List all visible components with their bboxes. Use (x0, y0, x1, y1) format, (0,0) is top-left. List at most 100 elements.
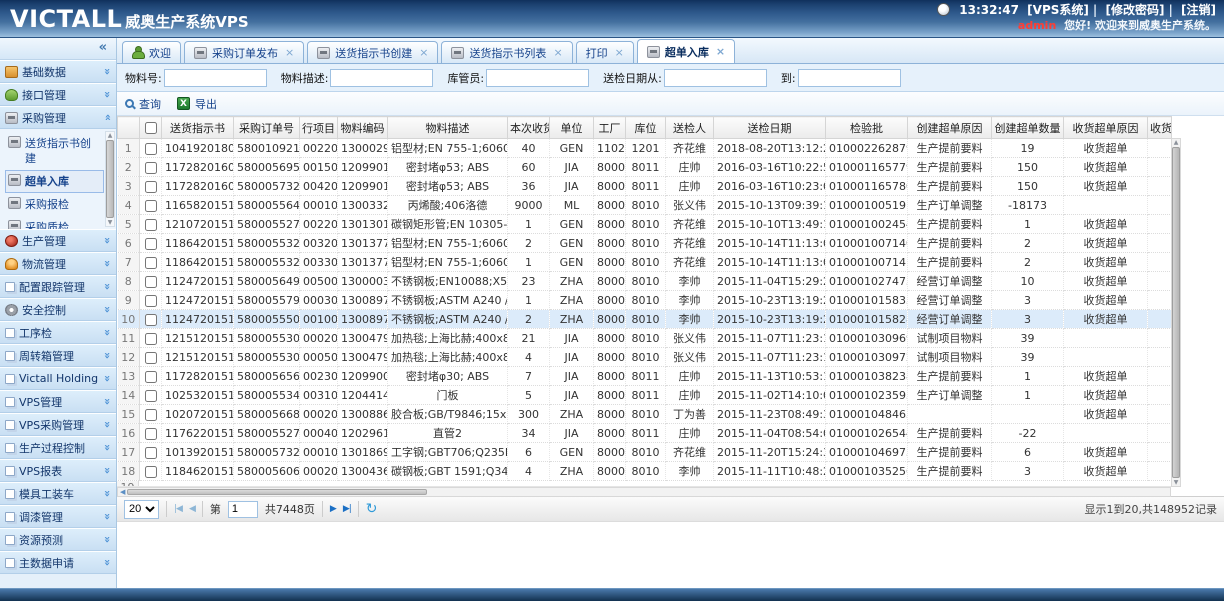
table-row[interactable]: 81124720151104058000564910050013000038不锈… (118, 272, 1172, 291)
filter-input-到[interactable] (798, 69, 901, 87)
vertical-scrollbar[interactable]: ▲ ▼ (1171, 138, 1181, 487)
filter-input-送检日期从[interactable] (664, 69, 767, 87)
column-header-物料描述[interactable]: 物料描述 (388, 117, 508, 139)
table-row[interactable]: 41165820151012058000556410001013003324丙烯… (118, 196, 1172, 215)
table-row[interactable]: 11041920180820058001092190022013000294铝型… (118, 139, 1172, 158)
row-checkbox-cell[interactable] (140, 405, 162, 424)
row-checkbox-cell[interactable] (140, 215, 162, 234)
close-icon[interactable]: × (615, 46, 624, 59)
column-header-创建超单原因[interactable]: 创建超单原因 (908, 117, 992, 139)
tab-超单入库[interactable]: 超单入库× (637, 39, 735, 63)
scroll-down-icon[interactable]: ▼ (108, 219, 113, 226)
table-row[interactable]: 91124720151022058000557930003013008973不锈… (118, 291, 1172, 310)
sidebar-group-Victall Holding[interactable]: Victall Holding» (0, 367, 116, 390)
table-row[interactable]: 151020720151110058000566820002013008869胶… (118, 405, 1172, 424)
sidebar-item-采购报检[interactable]: 采购报检 (5, 193, 104, 216)
row-checkbox[interactable] (145, 352, 157, 364)
table-row[interactable]: 181184620151111058000560670002013004367碳… (118, 462, 1172, 481)
table-row[interactable]: 131172820151113058000565610023012099007密… (118, 367, 1172, 386)
submenu-scrollbar[interactable]: ▲▼ (105, 131, 115, 227)
scroll-left-icon[interactable]: ◀ (118, 488, 127, 496)
link-vps-system[interactable]: [VPS系统] (1027, 3, 1089, 17)
row-checkbox[interactable] (145, 257, 157, 269)
sidebar-group-VPS报表[interactable]: VPS报表» (0, 459, 116, 482)
row-checkbox[interactable] (145, 314, 157, 326)
first-page-button[interactable]: |◀ (174, 504, 182, 514)
scroll-down-icon[interactable]: ▼ (1174, 479, 1179, 486)
table-row[interactable]: 71186420151014058000553270033013013774铝型… (118, 253, 1172, 272)
row-checkbox[interactable] (145, 409, 157, 421)
query-button[interactable]: 查询 (125, 96, 161, 112)
row-checkbox-cell[interactable] (140, 310, 162, 329)
row-checkbox-cell[interactable] (140, 253, 162, 272)
row-checkbox-cell[interactable] (140, 462, 162, 481)
column-header-收货[interactable]: 收货 (1148, 117, 1172, 139)
row-checkbox[interactable] (145, 390, 157, 402)
tab-送货指示书创建[interactable]: 送货指示书创建× (307, 41, 438, 63)
column-header-物料编码[interactable]: 物料编码 (338, 117, 388, 139)
column-header-送检人[interactable]: 送检人 (666, 117, 714, 139)
row-checkbox-cell[interactable] (140, 291, 162, 310)
link-logout[interactable]: [注销] (1181, 3, 1216, 17)
column-header-行项目[interactable]: 行项目 (300, 117, 338, 139)
row-checkbox-cell[interactable] (140, 158, 162, 177)
row-checkbox[interactable] (145, 371, 157, 383)
scroll-thumb[interactable] (106, 140, 114, 218)
sidebar-item-采购质检[interactable]: 采购质检 (5, 216, 104, 229)
sidebar-item-送货指示书创建[interactable]: 送货指示书创建 (5, 132, 104, 170)
sidebar-group-物流管理[interactable]: 物流管理» (0, 252, 116, 275)
table-row[interactable]: 101124720151022058000555020010013008973不… (118, 310, 1172, 329)
table-row[interactable]: 141025320151101158000553420031012044147门… (118, 386, 1172, 405)
row-checkbox[interactable] (145, 276, 157, 288)
row-checkbox[interactable] (145, 428, 157, 440)
sidebar-group-调漆管理[interactable]: 调漆管理» (0, 505, 116, 528)
sidebar-group-VPS采购管理[interactable]: VPS采购管理» (0, 413, 116, 436)
sidebar-group-安全控制[interactable]: 安全控制» (0, 298, 116, 321)
table-row[interactable]: 171013920151120058000573230001013018697工… (118, 443, 1172, 462)
column-header-创建超单数量[interactable]: 创建超单数量 (992, 117, 1064, 139)
row-checkbox-cell[interactable] (140, 367, 162, 386)
row-checkbox-cell[interactable] (140, 234, 162, 253)
column-header-送货指示书[interactable]: 送货指示书 (162, 117, 234, 139)
column-header-单位[interactable]: 单位 (550, 117, 594, 139)
table-row[interactable]: 51210720151010058000552790022013013014碳钢… (118, 215, 1172, 234)
sidebar-group-主数据申请[interactable]: 主数据申请» (0, 551, 116, 574)
row-checkbox-cell[interactable] (140, 348, 162, 367)
tab-打印[interactable]: 打印× (576, 41, 634, 63)
close-icon[interactable]: × (716, 45, 725, 58)
tab-采购订单发布[interactable]: 采购订单发布× (184, 41, 304, 63)
select-all-checkbox[interactable] (145, 122, 157, 134)
row-checkbox[interactable] (145, 295, 157, 307)
close-icon[interactable]: × (553, 46, 562, 59)
refresh-icon[interactable]: ↻ (366, 502, 378, 516)
close-icon[interactable]: × (285, 46, 294, 59)
tab-欢迎[interactable]: 欢迎 (122, 41, 181, 63)
sidebar-group-模具工装车[interactable]: 模具工装车» (0, 482, 116, 505)
export-button[interactable]: 导出 (177, 96, 217, 112)
last-page-button[interactable]: ▶| (343, 504, 351, 514)
table-row[interactable]: 161176220151022058000552730004012029618直… (118, 424, 1172, 443)
sidebar-group-采购管理[interactable]: 采购管理» (0, 106, 116, 129)
row-checkbox[interactable] (145, 219, 157, 231)
row-checkbox-cell[interactable] (140, 386, 162, 405)
scroll-up-icon[interactable]: ▲ (1174, 139, 1179, 146)
vscroll-thumb[interactable] (1172, 147, 1180, 478)
row-checkbox-cell[interactable] (140, 139, 162, 158)
row-checkbox[interactable] (145, 447, 157, 459)
row-checkbox-cell[interactable] (140, 196, 162, 215)
horizontal-scrollbar[interactable]: ◀ (117, 487, 1171, 497)
sidebar-group-生产管理[interactable]: 生产管理» (0, 229, 116, 252)
column-header-工厂[interactable]: 工厂 (594, 117, 626, 139)
row-checkbox[interactable] (145, 333, 157, 345)
close-icon[interactable]: × (419, 46, 428, 59)
link-change-password[interactable]: [修改密码] (1105, 3, 1164, 17)
collapse-sidebar-button[interactable]: « (0, 38, 116, 60)
table-row[interactable]: 21172820160226058000569520015012099011密封… (118, 158, 1172, 177)
scroll-up-icon[interactable]: ▲ (108, 132, 113, 139)
column-header-库位[interactable]: 库位 (626, 117, 666, 139)
sidebar-group-基础数据[interactable]: 基础数据» (0, 60, 116, 83)
sidebar-group-接口管理[interactable]: 接口管理» (0, 83, 116, 106)
filter-input-物料号[interactable] (164, 69, 267, 87)
sidebar-group-周转箱管理[interactable]: 周转箱管理» (0, 344, 116, 367)
filter-input-物料描述[interactable] (330, 69, 433, 87)
